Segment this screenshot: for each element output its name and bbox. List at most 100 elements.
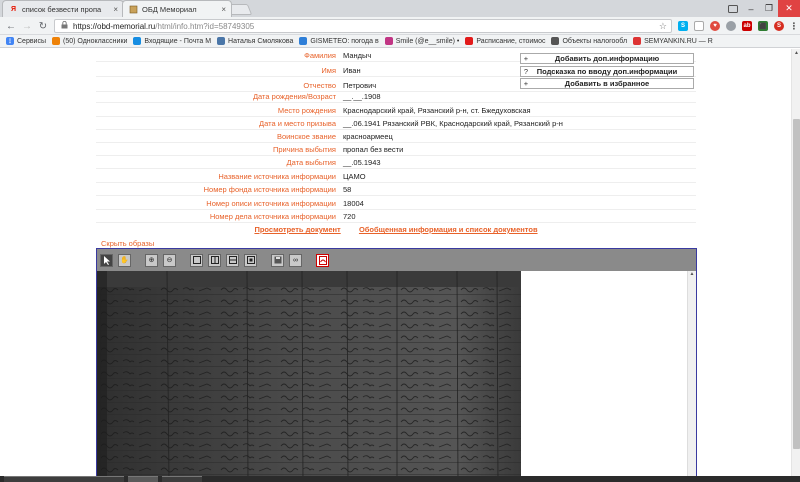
field-label: Фамилия [304,51,336,60]
close-window-icon[interactable]: ✕ [778,0,800,17]
close-tab-icon[interactable]: × [113,5,118,14]
nalog-icon [551,37,560,45]
yandex-icon: Я [10,5,17,13]
document-viewer: ✋ ⊕ ⊖ ∞ ▲ [96,248,697,482]
info-row-fond: Номер фонда источника информации 58 [96,183,696,196]
field-value: __.05.1943 [343,158,381,167]
fit-height-icon[interactable] [226,253,239,267]
memorial-icon [129,5,138,14]
scrollbar-thumb[interactable] [793,119,800,449]
plus-icon: + [523,79,529,88]
field-label: Номер дела источника информации [209,212,336,221]
pdf-icon[interactable] [316,253,329,267]
select-cursor-icon[interactable] [100,253,113,267]
profile-icon[interactable] [724,0,742,17]
tab-title: список безвести пропа [22,4,102,14]
taskbar-item[interactable] [4,476,124,482]
info-row-birthplace: Место рождения Краснодарский край, Рязан… [96,104,696,117]
info-row-delo: Номер дела источника информации 720 [96,210,696,223]
bookmark-item[interactable]: (50) Одноклассники [52,37,127,45]
back-arrow-icon[interactable]: ← [5,20,17,32]
add-favorite-button[interactable]: + Добавить в избранное [520,78,694,89]
bookmark-item[interactable]: Наталья Смолякова [217,37,293,45]
fit-width-icon[interactable] [208,253,221,267]
cloud-icon[interactable] [694,21,704,31]
field-label: Имя [321,66,336,75]
translate-icon[interactable]: ⬛ [758,21,768,31]
bookmarks-bar: ⋮ Сервисы (50) Одноклассники Входящие - П… [0,35,800,48]
zoom-in-icon[interactable]: ⊕ [145,253,158,267]
bookmark-item[interactable]: Расписание, стоимос [465,37,545,45]
menu-dots-icon[interactable]: ⋮ [789,21,799,31]
viewer-scrollbar[interactable]: ▲ [687,271,696,482]
view-document-link[interactable]: Просмотреть документ [254,225,340,234]
semyankin-icon [633,37,642,45]
minimize-icon[interactable]: – [742,0,760,17]
field-label: Название источника информации [218,172,336,181]
extension-icon[interactable] [726,21,736,31]
zoom-out-icon[interactable]: ⊖ [163,253,176,267]
tab-strip: Я список безвести пропа × ОБД Мемориал ×… [0,0,800,17]
bookmark-item[interactable]: Smile (@e__smile) • [384,37,459,45]
field-value: красноармеец [343,132,393,141]
maximize-icon[interactable]: ❐ [760,0,778,17]
field-label: Номер фонда источника информации [203,185,336,194]
document-links: Просмотреть документ Обобщенная информац… [96,225,696,237]
field-label: Отчество [303,81,336,90]
input-hint-label: Подсказка по вводу доп.информации [536,67,678,76]
taskbar-item[interactable] [128,476,158,482]
field-label: Дата рождения/Возраст [252,92,336,101]
tab-search[interactable]: Я список безвести пропа × [2,0,124,17]
taskbar-item[interactable] [162,476,202,482]
field-value: 18004 [343,199,364,208]
bookmark-star-icon[interactable]: ☆ [659,21,667,32]
adblock-icon[interactable]: ab [742,21,752,31]
plus-icon: + [523,54,529,63]
field-label: Воинское звание [276,132,336,141]
field-value: ЦАМО [343,172,366,181]
hide-images-link[interactable]: Скрыть образы [101,239,154,248]
bookmark-item[interactable]: Объекты налогообл [551,37,627,45]
save-disk-icon[interactable] [271,253,284,267]
link-chain-icon[interactable]: ∞ [289,253,302,267]
scan-texture [97,271,521,482]
actual-size-icon[interactable] [244,253,257,267]
input-hint-button[interactable]: ? Подсказка по вводу доп.информации [520,66,694,77]
scroll-up-arrow-icon[interactable]: ▲ [688,271,696,277]
forward-arrow-icon[interactable]: → [21,20,33,32]
field-label: Причина выбытия [273,145,336,154]
rzd-icon [465,37,474,45]
skype-icon[interactable]: S [678,21,688,31]
hand-pan-icon[interactable]: ✋ [118,253,131,267]
scanned-document-image[interactable] [97,271,521,482]
scroll-up-arrow-icon[interactable]: ▲ [793,50,800,56]
info-row-reason: Причина выбытия пропал без вести [96,143,696,156]
info-row-conscription: Дата и место призыва __.06.1941 Рязански… [96,117,696,130]
page-scrollbar[interactable]: ▲ ▼ [791,49,800,482]
field-value: 720 [343,212,356,221]
bookmark-item[interactable]: SEMYANKIN.RU — R [633,37,713,45]
lock-icon [61,20,68,31]
tab-memorial[interactable]: ОБД Мемориал × [122,0,232,17]
fit-page-icon[interactable] [190,253,203,267]
instagram-icon [384,37,393,45]
gismeteo-icon [299,37,308,45]
field-value: __.06.1941 Рязанский РВК, Краснодарский … [343,119,563,128]
close-tab-icon[interactable]: × [221,5,226,14]
url-path: /html/info.htm?id=58749305 [155,21,255,31]
bookmark-item[interactable]: ⋮ Сервисы [6,37,46,45]
field-value: Иван [343,66,361,75]
extension-s-icon[interactable]: S [774,21,784,31]
reload-icon[interactable]: ↻ [37,20,49,32]
field-label: Дата выбытия [286,158,336,167]
address-bar[interactable]: https://obd-memorial.ru/html/info.htm?id… [54,19,672,33]
bookmark-item[interactable]: GISMETEO: погода в [299,37,379,45]
field-label: Место рождения [277,106,336,115]
mail-icon [133,37,142,45]
info-row-rank: Воинское звание красноармеец [96,130,696,143]
add-info-button[interactable]: + Добавить доп.информацию [520,53,694,64]
bookmark-item[interactable]: Входящие - Почта М [133,37,211,45]
os-taskbar [0,476,800,482]
heart-icon[interactable]: ♥ [710,21,720,31]
summary-link[interactable]: Обобщенная информация и список документо… [359,225,538,234]
